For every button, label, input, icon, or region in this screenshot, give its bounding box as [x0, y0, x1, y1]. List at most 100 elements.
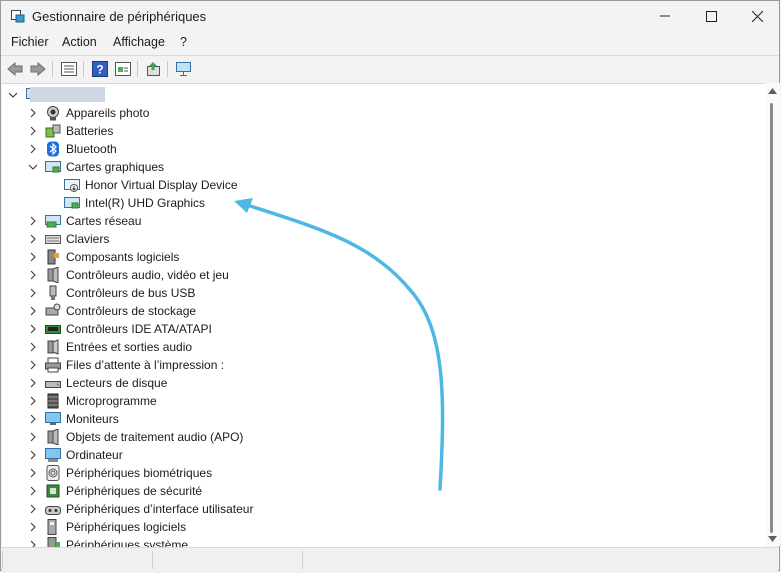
tree-device[interactable]: Honor Virtual Display Device — [2, 176, 402, 194]
chevron-right-icon[interactable] — [28, 284, 38, 302]
tree-category[interactable]: Contrôleurs IDE ATA/ATAPI — [2, 320, 402, 338]
network-icon — [45, 215, 61, 228]
tree-category-label: Contrôleurs audio, vidéo et jeu — [66, 268, 229, 282]
tree-category-label: Contrôleurs de stockage — [66, 304, 197, 318]
tree-category-label: Claviers — [66, 232, 110, 246]
window-title: Gestionnaire de périphériques — [32, 9, 207, 24]
menu-action[interactable]: Action — [62, 35, 97, 49]
tree-category[interactable]: Périphériques biométriques — [2, 464, 402, 482]
tree-category[interactable]: Entrées et sorties audio — [2, 338, 402, 356]
update-driver-button[interactable] — [144, 59, 164, 79]
chevron-right-icon[interactable] — [28, 536, 38, 547]
chevron-right-icon[interactable] — [28, 122, 38, 140]
vertical-scrollbar[interactable] — [765, 83, 780, 546]
close-button[interactable] — [734, 1, 780, 31]
display-adapter-icon — [64, 197, 80, 209]
chevron-right-icon[interactable] — [28, 230, 38, 248]
tree-category[interactable]: Lecteurs de disque — [2, 374, 402, 392]
tree-category[interactable]: Cartes réseau — [2, 212, 402, 230]
chevron-right-icon[interactable] — [28, 464, 38, 482]
tree-device[interactable]: Intel(R) UHD Graphics — [2, 194, 402, 212]
tree-category[interactable]: Contrôleurs de bus USB — [2, 284, 402, 302]
minimize-button[interactable] — [642, 1, 688, 31]
tree-category[interactable]: Contrôleurs audio, vidéo et jeu — [2, 266, 402, 284]
tree-category-label: Lecteurs de disque — [66, 376, 168, 390]
chevron-down-icon[interactable] — [28, 158, 38, 176]
minimize-icon — [660, 15, 670, 17]
scrollbar-thumb[interactable] — [770, 103, 773, 533]
chevron-right-icon[interactable] — [28, 446, 38, 464]
usb-icon — [49, 285, 57, 300]
chevron-right-icon[interactable] — [28, 392, 38, 410]
tree-category[interactable]: Périphériques système — [2, 536, 402, 547]
scroll-up-icon[interactable] — [768, 88, 777, 94]
hid-icon — [45, 506, 61, 515]
camera-icon — [47, 106, 59, 121]
chevron-right-icon[interactable] — [28, 104, 38, 122]
tree-category-label: Cartes graphiques — [66, 160, 165, 174]
device-manager-window: Gestionnaire de périphériques Fichier Ac… — [0, 0, 780, 572]
chevron-right-icon[interactable] — [28, 410, 38, 428]
tree-category[interactable]: Objets de traitement audio (APO) — [2, 428, 402, 446]
printer-icon — [45, 357, 61, 373]
system-device-icon — [47, 537, 60, 547]
tree-category[interactable]: Périphériques logiciels — [2, 518, 402, 536]
tree-category[interactable]: Périphériques de sécurité — [2, 482, 402, 500]
chevron-right-icon[interactable] — [28, 356, 38, 374]
chevron-right-icon[interactable] — [28, 428, 38, 446]
software-component-icon — [47, 249, 59, 265]
maximize-button[interactable] — [688, 1, 734, 31]
tree-category-label: Contrôleurs IDE ATA/ATAPI — [66, 322, 212, 336]
toolbar-separator — [83, 61, 84, 77]
tree-category[interactable]: Appareils photo — [2, 104, 402, 122]
chip-icon — [47, 393, 59, 409]
tree-category-label: Bluetooth — [66, 142, 117, 156]
status-pane — [302, 551, 303, 569]
tree-category[interactable]: Cartes graphiques — [2, 158, 402, 176]
properties-button[interactable] — [59, 59, 79, 79]
chevron-right-icon[interactable] — [28, 482, 38, 500]
tree-category[interactable]: Claviers — [2, 230, 402, 248]
tree-category[interactable]: Contrôleurs de stockage — [2, 302, 402, 320]
chevron-right-icon[interactable] — [28, 374, 38, 392]
tree-root[interactable] — [2, 86, 122, 104]
tree-device-label: Honor Virtual Display Device — [85, 178, 238, 192]
chevron-right-icon[interactable] — [28, 302, 38, 320]
tree-category[interactable]: Ordinateur — [2, 446, 402, 464]
tree-category-label: Ordinateur — [66, 448, 123, 462]
menu-affichage[interactable]: Affichage — [113, 35, 165, 49]
tree-category[interactable]: Périphériques d’interface utilisateur — [2, 500, 402, 518]
chevron-right-icon[interactable] — [28, 212, 38, 230]
chevron-right-icon[interactable] — [28, 518, 38, 536]
tree-category[interactable]: Composants logiciels — [2, 248, 402, 266]
chevron-right-icon[interactable] — [28, 338, 38, 356]
menu-bar: Fichier Action Affichage ? — [1, 33, 779, 53]
chevron-right-icon[interactable] — [28, 248, 38, 266]
computer-name-redacted — [30, 87, 105, 102]
chevron-right-icon[interactable] — [28, 500, 38, 518]
scan-hardware-button[interactable] — [174, 59, 194, 79]
device-manager-app-icon — [11, 10, 25, 23]
help-button[interactable]: ? — [90, 59, 110, 79]
toolbar-separator — [52, 61, 53, 77]
tree-category[interactable]: Files d’attente à l’impression : — [2, 356, 402, 374]
tree-category-label: Moniteurs — [66, 412, 119, 426]
forward-button[interactable] — [28, 59, 48, 79]
menu-fichier[interactable]: Fichier — [11, 35, 49, 49]
toolbar-separator — [167, 61, 168, 77]
tree-category-label: Périphériques d’interface utilisateur — [66, 502, 254, 516]
tree-category-label: Batteries — [66, 124, 114, 138]
scroll-down-icon[interactable] — [768, 536, 777, 542]
tree-category[interactable]: Bluetooth — [2, 140, 402, 158]
tree-category[interactable]: Batteries — [2, 122, 402, 140]
display-adapter-warning-icon — [64, 179, 80, 192]
tree-category[interactable]: Microprogramme — [2, 392, 402, 410]
tree-category[interactable]: Moniteurs — [2, 410, 402, 428]
back-icon — [7, 62, 23, 76]
view-button[interactable] — [113, 59, 133, 79]
menu-help[interactable]: ? — [180, 35, 187, 49]
back-button[interactable] — [5, 59, 25, 79]
chevron-right-icon[interactable] — [28, 140, 38, 158]
chevron-right-icon[interactable] — [28, 320, 38, 338]
chevron-right-icon[interactable] — [28, 266, 38, 284]
